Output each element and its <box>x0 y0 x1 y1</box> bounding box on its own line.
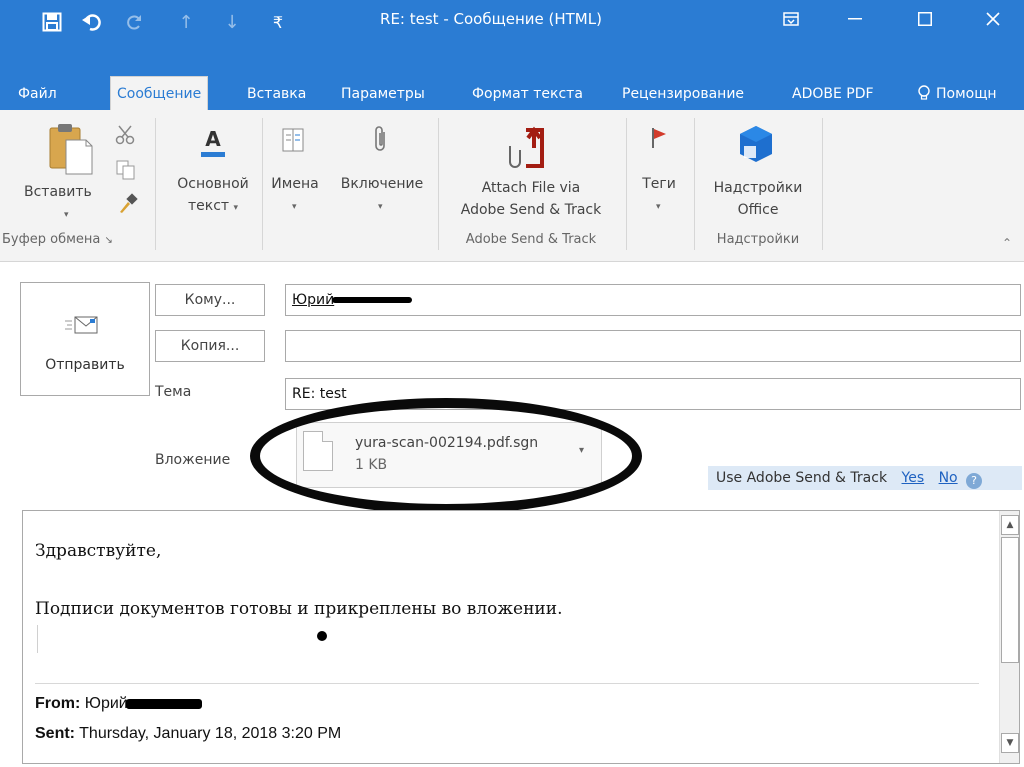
scroll-up-icon[interactable]: ▲ <box>1001 515 1019 535</box>
send-envelope-icon <box>65 316 98 334</box>
divider <box>438 118 439 250</box>
divider <box>35 683 979 684</box>
to-field[interactable]: Юрий <box>285 284 1021 316</box>
close-button[interactable] <box>970 0 1016 38</box>
adobe-send-track-bar: Use Adobe Send & Track Yes No ? <box>708 466 1022 490</box>
redaction-mark <box>125 698 202 709</box>
subject-label: Тема <box>155 384 192 400</box>
font-color-icon: A <box>201 127 225 157</box>
attachment-label: Вложение <box>155 452 231 468</box>
scroll-down-icon[interactable]: ▼ <box>1001 733 1019 753</box>
chevron-down-icon: ▾ <box>656 202 661 212</box>
tab-insert[interactable]: Вставка <box>247 78 306 110</box>
ink-dot-mark <box>317 631 327 641</box>
recipient-name[interactable]: Юрий <box>292 292 334 308</box>
clipboard-group-label: Буфер обмена ↘ <box>2 232 113 247</box>
paperclip-icon <box>375 126 385 151</box>
paste-icon <box>49 124 93 175</box>
from-line: From: Юрий <box>35 695 202 713</box>
chevron-down-icon: ▾ <box>378 202 383 212</box>
tab-message[interactable]: Сообщение <box>110 76 209 112</box>
lightbulb-icon <box>918 85 930 100</box>
addins-group-label: Надстройки <box>716 232 800 247</box>
maximize-button[interactable] <box>902 0 948 38</box>
scroll-thumb[interactable] <box>1001 537 1019 663</box>
tags-button[interactable]: Теги ▾ <box>628 118 690 222</box>
cc-field[interactable] <box>285 330 1021 362</box>
office-store-icon <box>740 126 772 162</box>
no-link[interactable]: No <box>939 470 958 486</box>
message-body[interactable]: Здравствуйте, Подписи документов готовы … <box>22 510 1020 764</box>
tab-options[interactable]: Параметры <box>341 78 425 110</box>
cc-button[interactable]: Копия... <box>155 330 265 362</box>
paste-button[interactable]: Вставить ▾ <box>24 118 114 222</box>
cut-icon[interactable] <box>114 124 138 146</box>
chevron-down-icon: ▾ <box>233 203 239 213</box>
divider <box>694 118 695 250</box>
tab-file[interactable]: Файл <box>18 78 57 110</box>
hand-drawn-ellipse-annotation <box>250 398 642 514</box>
flag-icon <box>652 128 666 148</box>
send-button[interactable]: Отправить <box>20 282 150 396</box>
collapse-ribbon-icon[interactable]: ⌃ <box>1002 236 1012 250</box>
sent-line: Sent: Thursday, January 18, 2018 3:20 PM <box>35 725 342 742</box>
message-text: Подписи документов готовы и прикреплены … <box>35 599 563 619</box>
text-cursor <box>37 625 38 653</box>
adobe-attach-icon <box>509 126 544 168</box>
to-button[interactable]: Кому... <box>155 284 265 316</box>
names-button[interactable]: Имена ▾ <box>262 118 328 222</box>
divider <box>626 118 627 250</box>
dialog-launcher-icon[interactable]: ↘ <box>105 235 113 246</box>
ribbon-display-options-icon[interactable] <box>768 0 814 38</box>
include-button[interactable]: Включение ▾ <box>330 118 434 222</box>
address-book-icon <box>282 128 304 152</box>
title-bar: ↑ ↓ ₹ RE: test - Сообщение (HTML) <box>0 0 1024 70</box>
format-painter-icon[interactable] <box>116 192 140 214</box>
basic-text-button[interactable]: A Основной текст ▾ <box>168 118 258 222</box>
adobe-group-label: Adobe Send & Track <box>465 232 597 247</box>
office-addins-button[interactable]: Надстройки Office <box>696 118 820 226</box>
svg-text:A: A <box>205 127 221 151</box>
tab-help[interactable]: Помощн <box>918 78 997 110</box>
redaction-mark <box>332 297 413 303</box>
attach-file-via-adobe-button[interactable]: Attach File via Adobe Send & Track <box>440 118 622 226</box>
yes-link[interactable]: Yes <box>902 470 925 486</box>
vertical-scrollbar[interactable]: ▲ ▼ <box>999 511 1019 763</box>
chevron-down-icon: ▾ <box>64 210 69 220</box>
tab-format-text[interactable]: Формат текста <box>472 78 583 110</box>
chevron-down-icon: ▾ <box>292 202 297 212</box>
minimize-button[interactable] <box>832 0 878 38</box>
tab-adobe-pdf[interactable]: ADOBE PDF <box>792 78 874 110</box>
copy-icon[interactable] <box>116 160 138 182</box>
help-icon[interactable]: ? <box>966 473 983 489</box>
divider <box>155 118 156 250</box>
greeting-text: Здравствуйте, <box>35 541 162 561</box>
tab-review[interactable]: Рецензирование <box>622 78 744 110</box>
divider <box>822 118 823 250</box>
